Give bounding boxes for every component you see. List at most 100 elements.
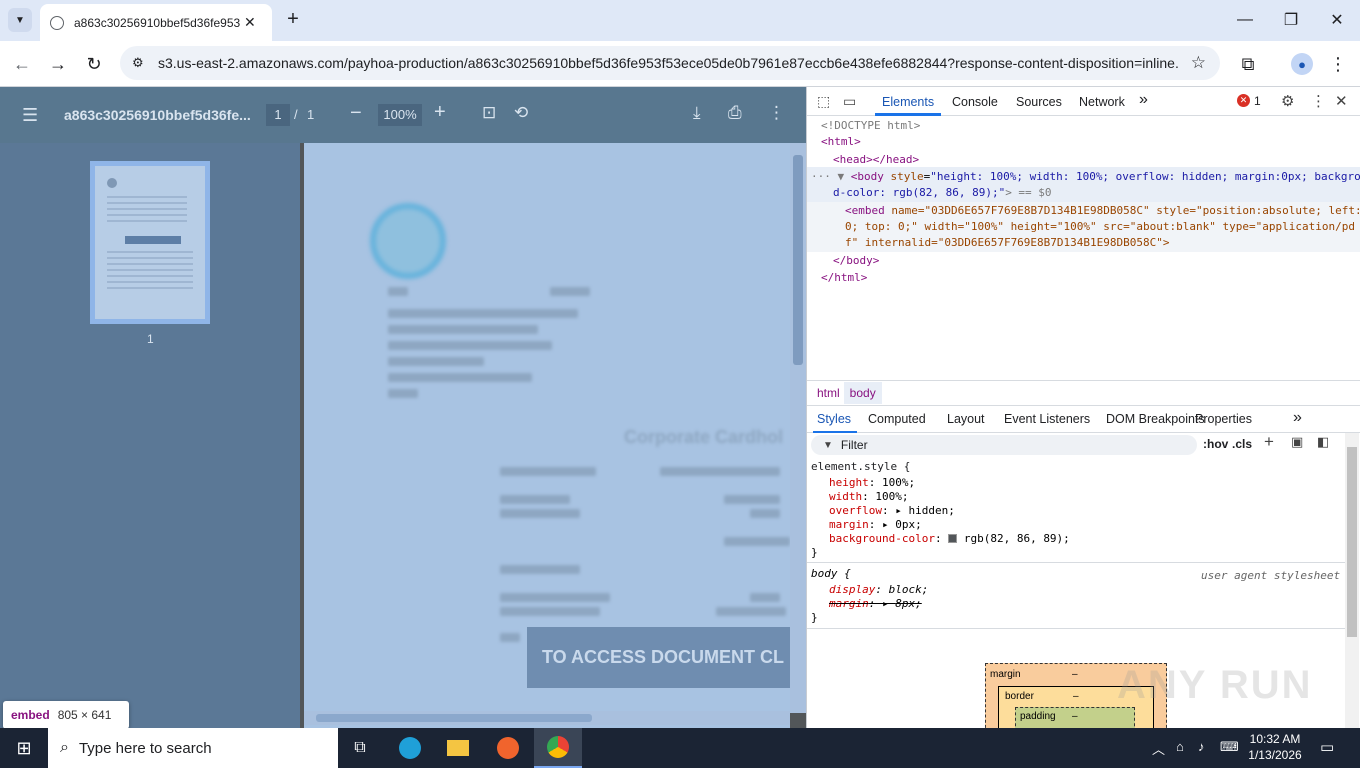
color-swatch[interactable] [948,534,958,543]
body-style-val1: "height: 100%; width: 100%; overflow: hi… [930,170,1360,183]
tab-search-button[interactable]: ▼ [8,8,32,32]
error-icon[interactable]: ✕ [1237,94,1250,107]
bookmark-star-icon[interactable]: ☆ [1191,53,1206,73]
settings-gear-icon[interactable]: ⚙ [1281,92,1294,110]
dom-html-close[interactable]: </html> [821,271,867,284]
new-rule-icon[interactable]: + [1264,432,1274,452]
toggle-sidebar-icon[interactable]: ◧ [1317,434,1329,450]
close-window-button[interactable]: ✕ [1314,0,1360,40]
more-options-icon[interactable]: ⋮ [768,103,785,123]
rendering-icon[interactable]: ▣ [1291,434,1303,450]
reload-button[interactable]: ↻ [80,50,108,78]
notification-icon[interactable]: ▭ [1320,738,1334,756]
device-toolbar-icon[interactable]: ▭ [843,93,856,110]
pdf-horizontal-scrollbar[interactable] [304,711,790,725]
profile-avatar[interactable]: ● [1288,50,1316,78]
browser-tab-strip: ▼ a863c30256910bbef5d36fe953 ✕ + — ❐ ✕ [0,0,1360,41]
tab-network[interactable]: Network [1079,95,1125,109]
css-prop-height[interactable]: height: 100%; [829,476,915,489]
filter-icon: ▼ [823,439,833,451]
document-heading: Corporate Cardhol [624,427,784,447]
firefox-icon[interactable] [484,728,532,768]
pdf-toolbar: ☰ a863c30256910bbef5d36fe... 1 / 1 − 100… [0,87,806,143]
box-border-label: border [1005,691,1034,702]
zoom-out-icon[interactable]: − [350,102,362,125]
chrome-icon[interactable] [534,728,582,768]
tab-computed[interactable]: Computed [868,412,926,426]
dom-body-line2[interactable]: d-color: rgb(82, 86, 89);"> == $0 [833,186,1052,199]
body-end: > == $0 [1005,186,1052,199]
more-tabs-icon[interactable]: » [1139,91,1148,109]
css-prop-background-color[interactable]: background-color: rgb(82, 86, 89); [829,532,1070,545]
css-prop-overflow[interactable]: overflow: ▸ hidden; [829,504,955,517]
tray-chevron-icon[interactable]: ︿ [1152,739,1165,758]
task-view-icon[interactable]: ⧉ [336,728,384,768]
clock[interactable]: 10:32 AM 1/13/2026 [1246,731,1304,763]
tab-properties[interactable]: Properties [1195,412,1252,426]
zoom-input[interactable]: 100% [378,104,422,126]
back-button[interactable]: ← [8,50,36,78]
dom-doctype[interactable]: <!DOCTYPE html> [821,119,920,132]
css-prop-width[interactable]: width: 100%; [829,490,909,503]
box-margin-value: – [1072,669,1078,680]
rotate-icon[interactable]: ⟲ [514,103,528,123]
more-style-tabs-icon[interactable]: » [1293,409,1302,427]
dom-embed-line3[interactable]: f" internalid="03DD6E657F769E8B7D134B1E9… [845,236,1170,249]
tab-console[interactable]: Console [952,95,998,109]
dom-body-line1[interactable]: ··· ▼ <body style="height: 100%; width: … [811,170,1360,183]
tab-styles[interactable]: Styles [817,412,851,426]
dom-embed-line1[interactable]: <embed name="03DD6E657F769E8B7D134B1E98D… [845,204,1360,217]
restore-button[interactable]: ❐ [1268,0,1314,40]
hov-toggle[interactable]: :hov [1203,437,1228,451]
dom-body-close[interactable]: </body> [833,254,879,267]
inspect-element-icon[interactable]: ⬚ [817,93,830,110]
cls-toggle[interactable]: .cls [1232,437,1252,451]
menu-kebab-icon[interactable]: ⋮ [1324,50,1352,78]
sidebar-menu-icon[interactable]: ☰ [22,105,38,126]
tab-event-listeners[interactable]: Event Listeners [1004,412,1090,426]
tab-elements[interactable]: Elements [882,95,934,109]
language-icon[interactable]: ⌨ [1220,739,1239,755]
box-margin-label: margin [990,669,1021,680]
tab-sources[interactable]: Sources [1016,95,1062,109]
taskbar-search-box[interactable]: ⌕ Type here to search [48,728,338,768]
zoom-in-icon[interactable]: + [434,101,446,124]
filter-placeholder: Filter [840,438,868,452]
page-number-input[interactable]: 1 [266,104,290,126]
tab-layout[interactable]: Layout [947,412,985,426]
download-icon[interactable]: ⤓ [693,103,701,123]
dom-embed-line2[interactable]: 0; top: 0;" width="100%" height="100%" s… [845,220,1355,233]
network-icon[interactable]: ⌂ [1176,739,1184,754]
forward-button[interactable]: → [44,50,72,78]
css-prop-margin[interactable]: margin: ▸ 0px; [829,518,922,531]
close-tab-icon[interactable]: ✕ [244,14,256,31]
dom-head[interactable]: <head></head> [833,153,919,166]
devtools-scrollbar[interactable] [1345,433,1359,728]
pdf-vertical-scrollbar[interactable] [790,143,806,713]
file-explorer-icon[interactable] [434,728,482,768]
browser-tab[interactable]: a863c30256910bbef5d36fe953 ✕ [40,4,272,41]
minimize-button[interactable]: — [1222,0,1268,40]
pdf-filename: a863c30256910bbef5d36fe... [64,107,251,123]
volume-icon[interactable]: ♪ [1198,739,1205,754]
page-thumbnail[interactable] [90,161,210,324]
address-bar[interactable]: ⚙ s3.us-east-2.amazonaws.com/payhoa-prod… [120,46,1220,80]
close-devtools-icon[interactable]: ✕ [1335,92,1348,110]
extensions-icon[interactable]: ⧉ [1234,50,1262,78]
start-button[interactable]: ⊞ [0,728,48,768]
tab-dom-breakpoints[interactable]: DOM Breakpoints [1106,412,1205,426]
thumbnail-sidebar: 1 [0,143,300,728]
devtools-menu-icon[interactable]: ⋮ [1311,92,1326,110]
access-document-banner[interactable]: TO ACCESS DOCUMENT CL [527,627,790,688]
breadcrumb-body[interactable]: body [843,381,882,404]
print-icon[interactable]: ⎙ [728,103,742,123]
styles-tabbar: Styles Computed Layout Event Listeners D… [807,405,1360,433]
edge-icon[interactable] [386,728,434,768]
styles-filter-input[interactable]: ▼ Filter [811,435,1197,455]
breadcrumb-html[interactable]: html [813,386,844,400]
element-style-selector: element.style { [811,460,911,473]
new-tab-button[interactable]: + [282,8,304,32]
site-info-icon[interactable]: ⚙ [132,55,144,71]
fit-page-icon[interactable]: ⊡ [482,103,496,123]
dom-html-open[interactable]: <html> [821,135,861,148]
